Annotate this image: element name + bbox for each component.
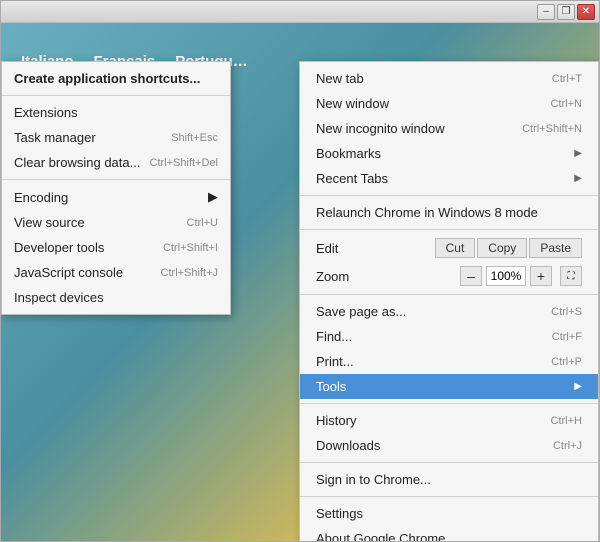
- save-page-label: Save page as...: [316, 304, 406, 319]
- new-tab-label: New tab: [316, 71, 364, 86]
- clear-browsing-item[interactable]: Clear browsing data... Ctrl+Shift+Del: [2, 150, 230, 175]
- new-window-item[interactable]: New window Ctrl+N: [300, 91, 598, 116]
- downloads-item[interactable]: Downloads Ctrl+J: [300, 433, 598, 458]
- extensions-label: Extensions: [14, 105, 78, 120]
- encoding-label: Encoding: [14, 190, 68, 205]
- clear-browsing-shortcut: Ctrl+Shift+Del: [150, 157, 218, 169]
- new-incognito-item[interactable]: New incognito window Ctrl+Shift+N: [300, 116, 598, 141]
- encoding-item[interactable]: Encoding ▶: [2, 184, 230, 210]
- tools-item[interactable]: Tools ▶: [300, 374, 598, 399]
- copy-button[interactable]: Copy: [477, 238, 527, 258]
- recent-tabs-item[interactable]: Recent Tabs ▶: [300, 166, 598, 191]
- history-shortcut: Ctrl+H: [551, 415, 582, 427]
- recent-tabs-label: Recent Tabs: [316, 171, 388, 186]
- view-source-label: View source: [14, 215, 85, 230]
- title-bar: – ❐ ✕: [1, 1, 599, 23]
- task-manager-shortcut: Shift+Esc: [171, 132, 218, 144]
- javascript-console-item[interactable]: JavaScript console Ctrl+Shift+J: [2, 260, 230, 285]
- javascript-console-label: JavaScript console: [14, 265, 123, 280]
- developer-tools-shortcut: Ctrl+Shift+I: [163, 242, 218, 254]
- new-tab-shortcut: Ctrl+T: [552, 73, 582, 85]
- paste-button[interactable]: Paste: [529, 238, 582, 258]
- zoom-minus-button[interactable]: –: [460, 266, 482, 286]
- downloads-shortcut: Ctrl+J: [553, 440, 582, 452]
- relaunch-label: Relaunch Chrome in Windows 8 mode: [316, 205, 538, 220]
- separator-1: [300, 195, 598, 196]
- find-label: Find...: [316, 329, 352, 344]
- tools-label: Tools: [316, 379, 346, 394]
- new-window-label: New window: [316, 96, 389, 111]
- view-source-item[interactable]: View source Ctrl+U: [2, 210, 230, 235]
- clear-browsing-label: Clear browsing data...: [14, 155, 140, 170]
- maximize-button[interactable]: ❐: [557, 4, 575, 20]
- cut-button[interactable]: Cut: [435, 238, 476, 258]
- separator-5: [300, 462, 598, 463]
- separator: [2, 179, 230, 180]
- zoom-fullscreen-button[interactable]: ⛶: [560, 266, 582, 286]
- browser-content: ☆ ≡ Italiano Français Portugu… iceFounta…: [1, 23, 599, 541]
- close-button[interactable]: ✕: [577, 4, 595, 20]
- javascript-console-shortcut: Ctrl+Shift+J: [161, 267, 218, 279]
- zoom-row: Zoom – 100% + ⛶: [300, 262, 598, 290]
- inspect-devices-label: Inspect devices: [14, 290, 104, 305]
- task-manager-label: Task manager: [14, 130, 96, 145]
- edit-label: Edit: [316, 241, 435, 256]
- separator-4: [300, 403, 598, 404]
- create-shortcuts-item[interactable]: Create application shortcuts...: [2, 66, 230, 91]
- separator-3: [300, 294, 598, 295]
- separator-6: [300, 496, 598, 497]
- save-page-shortcut: Ctrl+S: [551, 306, 582, 318]
- recent-tabs-arrow: ▶: [574, 173, 582, 184]
- minimize-button[interactable]: –: [537, 4, 555, 20]
- bookmarks-arrow: ▶: [574, 148, 582, 159]
- settings-item[interactable]: Settings: [300, 501, 598, 526]
- zoom-plus-button[interactable]: +: [530, 266, 552, 286]
- new-window-shortcut: Ctrl+N: [551, 98, 582, 110]
- view-source-shortcut: Ctrl+U: [187, 217, 218, 229]
- create-shortcuts-label: Create application shortcuts...: [14, 71, 200, 86]
- about-item[interactable]: About Google Chrome: [300, 526, 598, 541]
- zoom-value: 100%: [486, 266, 526, 286]
- signin-label: Sign in to Chrome...: [316, 472, 431, 487]
- edit-buttons: Cut Copy Paste: [435, 238, 582, 258]
- new-incognito-shortcut: Ctrl+Shift+N: [522, 123, 582, 135]
- separator: [2, 95, 230, 96]
- zoom-label: Zoom: [316, 269, 460, 284]
- print-label: Print...: [316, 354, 354, 369]
- history-item[interactable]: History Ctrl+H: [300, 408, 598, 433]
- extensions-item[interactable]: Extensions: [2, 100, 230, 125]
- bookmarks-label: Bookmarks: [316, 146, 381, 161]
- separator-2: [300, 229, 598, 230]
- tools-submenu: Create application shortcuts... Extensio…: [1, 61, 231, 315]
- developer-tools-label: Developer tools: [14, 240, 104, 255]
- window-frame: – ❐ ✕ ☆ ≡ Italiano Français Portugu… ice…: [0, 0, 600, 542]
- settings-label: Settings: [316, 506, 363, 521]
- inspect-devices-item[interactable]: Inspect devices: [2, 285, 230, 310]
- encoding-arrow: ▶: [208, 189, 218, 205]
- print-shortcut: Ctrl+P: [551, 356, 582, 368]
- edit-row: Edit Cut Copy Paste: [300, 234, 598, 262]
- new-incognito-label: New incognito window: [316, 121, 445, 136]
- find-item[interactable]: Find... Ctrl+F: [300, 324, 598, 349]
- about-label: About Google Chrome: [316, 531, 445, 541]
- downloads-label: Downloads: [316, 438, 380, 453]
- task-manager-item[interactable]: Task manager Shift+Esc: [2, 125, 230, 150]
- tools-arrow: ▶: [574, 381, 582, 392]
- signin-item[interactable]: Sign in to Chrome...: [300, 467, 598, 492]
- history-label: History: [316, 413, 356, 428]
- new-tab-item[interactable]: New tab Ctrl+T: [300, 66, 598, 91]
- print-item[interactable]: Print... Ctrl+P: [300, 349, 598, 374]
- developer-tools-item[interactable]: Developer tools Ctrl+Shift+I: [2, 235, 230, 260]
- save-page-item[interactable]: Save page as... Ctrl+S: [300, 299, 598, 324]
- relaunch-item[interactable]: Relaunch Chrome in Windows 8 mode: [300, 200, 598, 225]
- zoom-controls: – 100% + ⛶: [460, 266, 582, 286]
- find-shortcut: Ctrl+F: [552, 331, 582, 343]
- main-menu: New tab Ctrl+T New window Ctrl+N New inc…: [299, 61, 599, 541]
- bookmarks-item[interactable]: Bookmarks ▶: [300, 141, 598, 166]
